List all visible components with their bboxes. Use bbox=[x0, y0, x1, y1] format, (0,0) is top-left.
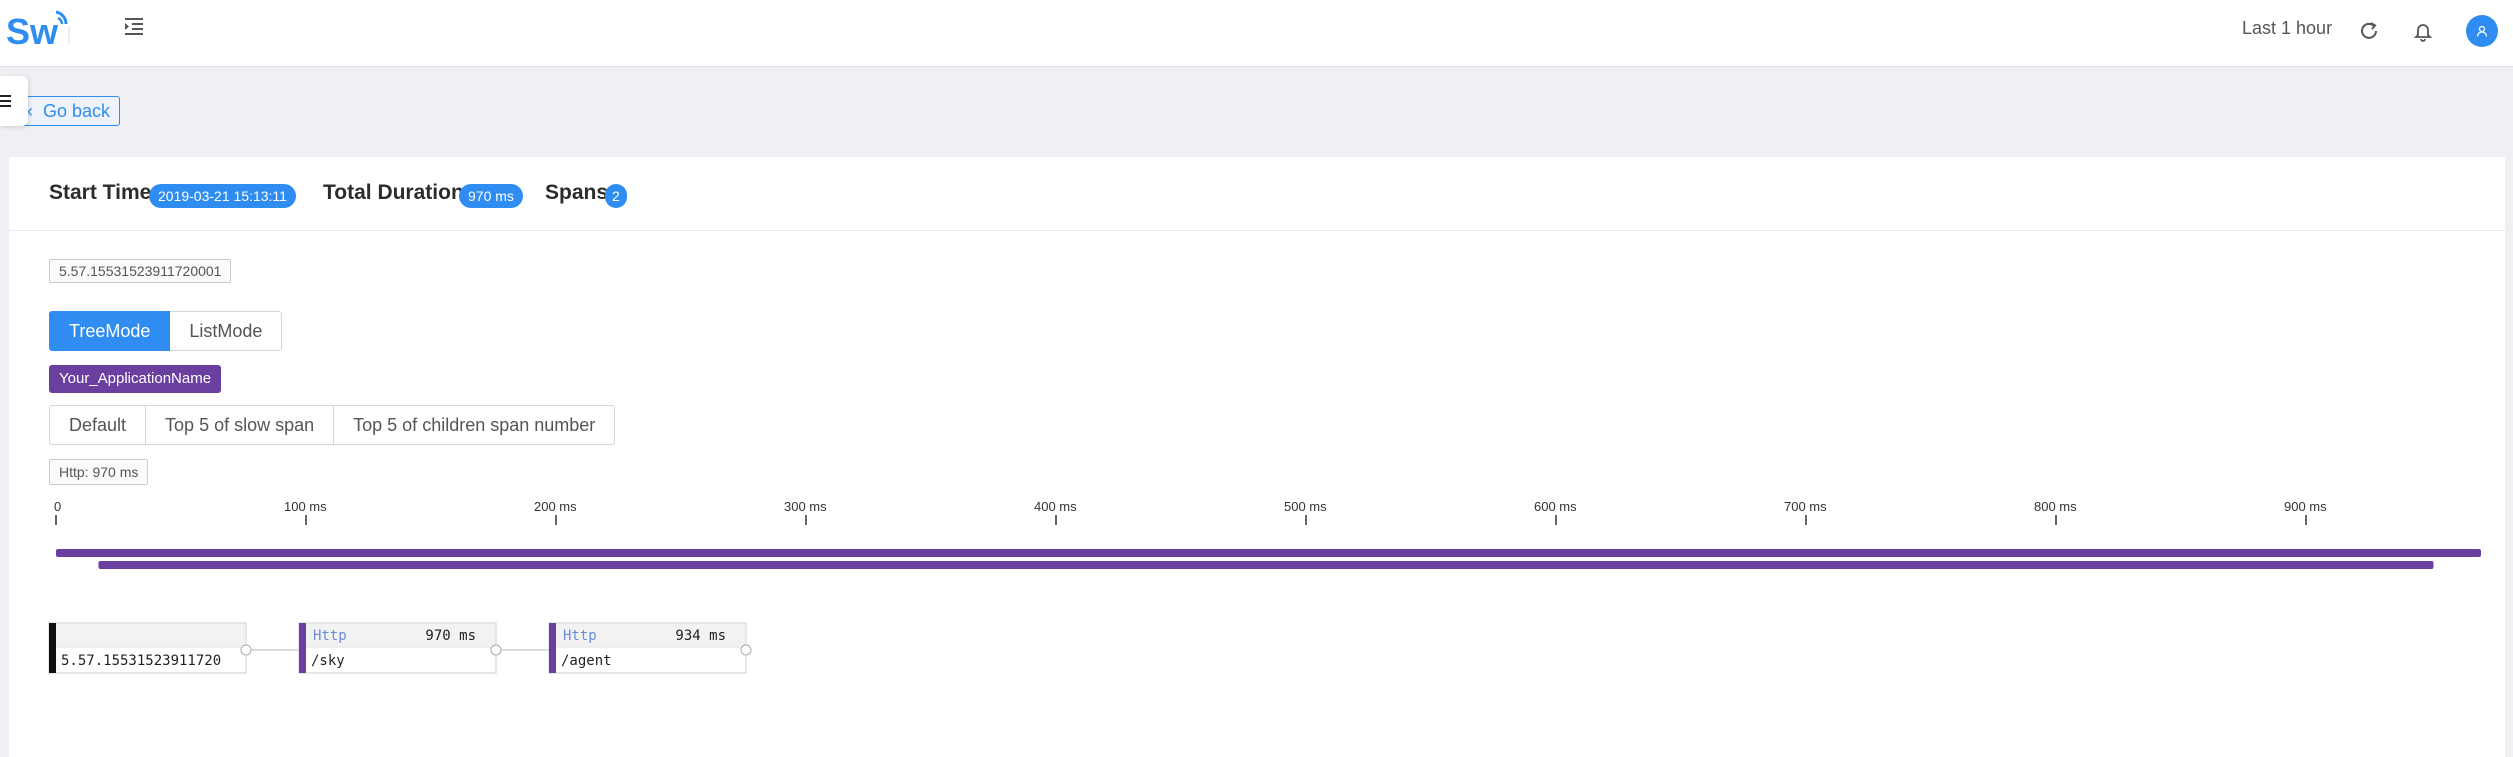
span-node-expand-handle[interactable] bbox=[490, 644, 502, 656]
timeline-tick-label: 600 ms bbox=[1534, 499, 1577, 514]
user-avatar[interactable] bbox=[2466, 15, 2498, 47]
span-node-label: /sky bbox=[311, 653, 345, 669]
hamburger-icon bbox=[0, 95, 11, 107]
application-tag[interactable]: Your_ApplicationName bbox=[49, 365, 222, 393]
timeline-span-bar[interactable] bbox=[98, 561, 2434, 569]
user-icon bbox=[2476, 25, 2488, 37]
http-summary-tag[interactable]: Http: 970 ms bbox=[49, 459, 149, 485]
span-node-expand-handle[interactable] bbox=[240, 644, 252, 656]
span-node[interactable]: 5.57.15531523911720 bbox=[48, 622, 247, 674]
timeline-tick-label: 800 ms bbox=[2034, 499, 2077, 514]
total-duration-label: Total Duration bbox=[323, 181, 464, 204]
view-mode-toggle: TreeMode ListMode bbox=[49, 311, 283, 351]
go-back-button[interactable]: ‹ Go back bbox=[18, 96, 121, 126]
span-node-type: Http bbox=[563, 628, 597, 644]
spans-label: Spans bbox=[545, 181, 609, 204]
go-back-label: Go back bbox=[43, 101, 111, 121]
span-node-expand-handle[interactable] bbox=[740, 644, 752, 656]
filter-children-span-button[interactable]: Top 5 of children span number bbox=[333, 405, 616, 445]
span-node-duration: 934 ms bbox=[675, 628, 726, 644]
spans-count-badge: 2 bbox=[605, 184, 627, 208]
span-node[interactable]: Http 934 ms/agent bbox=[548, 622, 747, 674]
span-node-label: 5.57.15531523911720 bbox=[61, 653, 221, 669]
span-node-label: /agent bbox=[561, 653, 612, 669]
span-filter-group: Default Top 5 of slow span Top 5 of chil… bbox=[49, 405, 616, 445]
span-timeline: 0 100 ms 200 ms 300 ms 400 ms 500 ms 600 ms 700… bbox=[54, 499, 2489, 569]
top-header: Sw Last 1 hour bbox=[0, 0, 2513, 67]
span-tree: 5.57.15531523911720 Http 970 ms/sky Http 934… bbox=[48, 622, 752, 674]
menu-indent-icon[interactable] bbox=[122, 14, 146, 38]
filter-default-button[interactable]: Default bbox=[49, 405, 147, 445]
refresh-icon[interactable] bbox=[2358, 20, 2380, 42]
tree-mode-button[interactable]: TreeMode bbox=[49, 311, 171, 351]
trace-summary: Start Time 2019-03-21 15:13:11 Total Dur… bbox=[9, 157, 2505, 231]
skywalking-logo[interactable]: Sw bbox=[6, 6, 70, 50]
timeline-tick-label: 400 ms bbox=[1034, 499, 1077, 514]
timeline-tick-label: 0 bbox=[54, 499, 61, 514]
side-menu-toggle[interactable] bbox=[0, 76, 28, 126]
timeline-span-bar[interactable] bbox=[56, 549, 2481, 557]
timeline-tick-label: 700 ms bbox=[1784, 499, 1827, 514]
start-time-badge: 2019-03-21 15:13:11 bbox=[149, 184, 296, 208]
trace-id-tag[interactable]: 5.57.15531523911720001 bbox=[49, 259, 232, 283]
timeline-tick-label: 100 ms bbox=[284, 499, 327, 514]
bell-icon[interactable] bbox=[2412, 20, 2434, 42]
span-node[interactable]: Http 970 ms/sky bbox=[298, 622, 497, 674]
trace-detail-card: Start Time 2019-03-21 15:13:11 Total Dur… bbox=[9, 157, 2505, 757]
start-time-label: Start Time bbox=[49, 181, 152, 204]
logo-text: Sw bbox=[6, 11, 59, 50]
timeline-tick-label: 200 ms bbox=[534, 499, 577, 514]
time-range-selector[interactable]: Last 1 hour bbox=[2242, 18, 2332, 39]
timeline-tick-label: 900 ms bbox=[2284, 499, 2327, 514]
total-duration-badge: 970 ms bbox=[459, 184, 523, 208]
filter-slow-span-button[interactable]: Top 5 of slow span bbox=[145, 405, 335, 445]
timeline-tick-label: 500 ms bbox=[1284, 499, 1327, 514]
timeline-tick-label: 300 ms bbox=[784, 499, 827, 514]
span-node-duration: 970 ms bbox=[425, 628, 476, 644]
span-node-type: Http bbox=[313, 628, 347, 644]
list-mode-button[interactable]: ListMode bbox=[170, 311, 283, 351]
